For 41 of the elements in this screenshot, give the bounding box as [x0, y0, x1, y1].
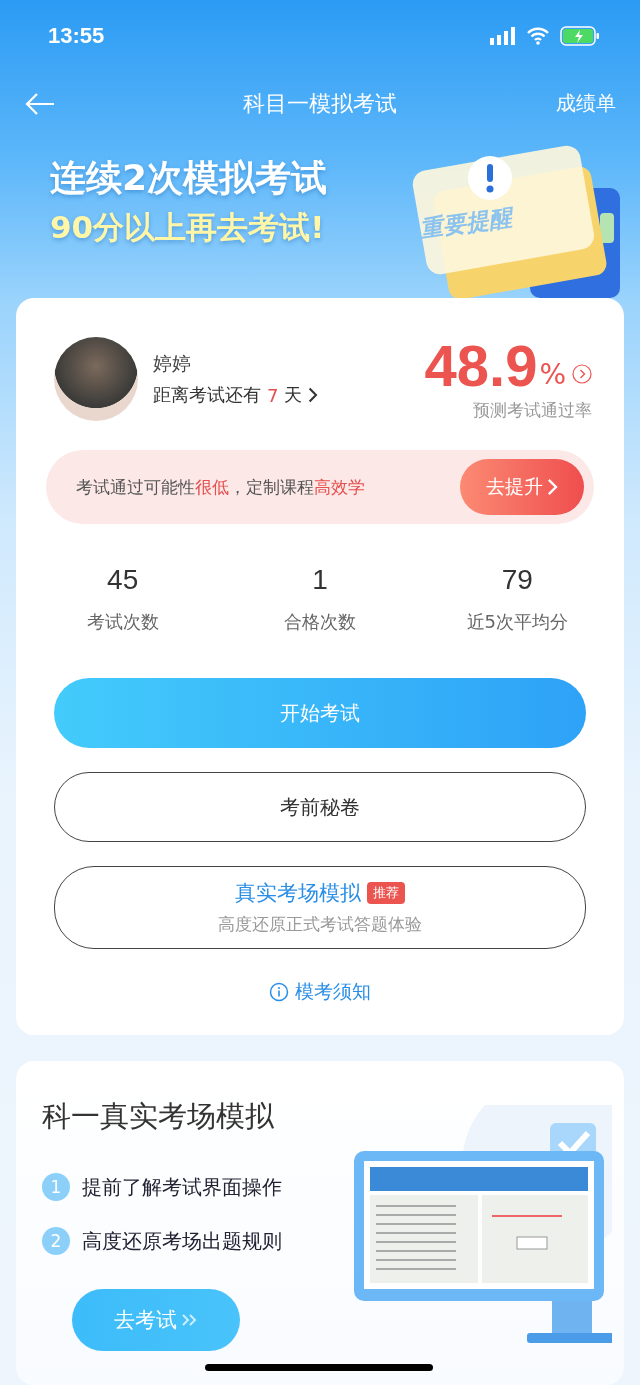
chevron-circle-icon[interactable] [572, 363, 592, 384]
banner-subheadline: 90分以上再去考试! [50, 208, 326, 248]
info-icon [269, 982, 289, 1003]
stat-label: 合格次数 [284, 610, 356, 635]
page-title: 科目一模拟考试 [243, 89, 397, 118]
promo-point: 高度还原考场出题规则 [82, 1227, 282, 1255]
banner-headline: 连续2次模拟考试 [50, 156, 328, 201]
real-exam-button[interactable]: 真实考场模拟 推荐 高度还原正式考试答题体验 [54, 866, 586, 950]
alert-message: 考试通过可能性很低，定制课程高效学 [76, 475, 365, 499]
exam-countdown[interactable]: 距离考试还有 7 天 [153, 383, 319, 408]
chevron-right-icon [547, 478, 558, 497]
banner-badge-text: 重要提醒 [418, 203, 514, 245]
pass-rate-value: 48.9 [424, 336, 538, 398]
score-report-link[interactable]: 成绩单 [556, 90, 616, 118]
promo-point: 提前了解考试界面操作 [82, 1173, 282, 1201]
user-name: 婷婷 [153, 351, 192, 377]
start-exam-button[interactable]: 开始考试 [54, 678, 586, 749]
stat-value: 1 [312, 564, 328, 597]
real-exam-label: 真实考场模拟 [235, 880, 361, 908]
stat-value: 45 [107, 564, 139, 597]
double-chevron-icon [180, 1313, 199, 1328]
pass-rate-unit: % [539, 358, 566, 392]
stat-value: 79 [501, 564, 533, 597]
stat-label: 近5次平均分 [466, 610, 569, 635]
promo-title: 科一真实考场模拟 [42, 1098, 275, 1136]
signal-icon [490, 27, 516, 46]
improve-button[interactable]: 去提升 [460, 459, 584, 516]
step-number: 2 [42, 1227, 70, 1256]
pass-rate-label: 预测考试通过率 [473, 399, 592, 423]
exam-notice-link[interactable]: 模考须知 [269, 979, 371, 1006]
battery-icon [560, 26, 600, 47]
recommend-tag: 推荐 [367, 882, 405, 905]
back-button[interactable] [24, 91, 56, 116]
step-number: 1 [42, 1173, 70, 1202]
real-exam-subtitle: 高度还原正式考试答题体验 [218, 913, 422, 937]
stat-label: 考试次数 [86, 610, 159, 635]
chevron-right-icon [308, 387, 319, 404]
exam-button[interactable]: 考前秘卷 [54, 772, 586, 843]
status-time: 13:55 [48, 23, 105, 50]
go-exam-button[interactable]: 去考试 [72, 1289, 240, 1352]
wifi-icon [526, 27, 550, 46]
